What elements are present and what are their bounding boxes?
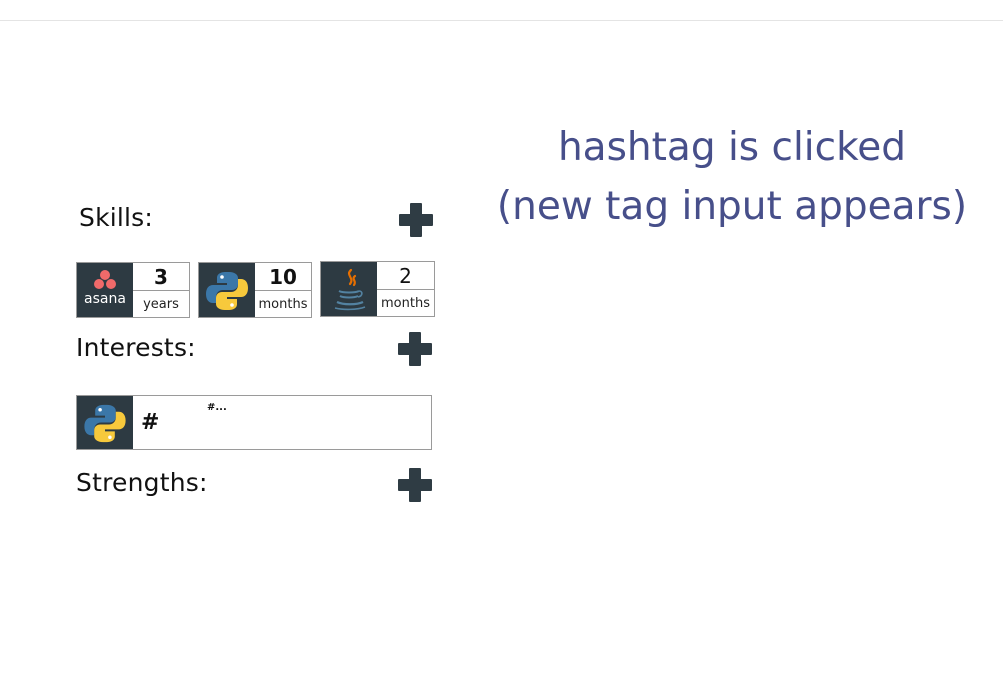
hashtag-input[interactable]: # #...	[133, 396, 431, 449]
skills-label: Skills:	[79, 203, 154, 232]
skill-unit: months	[258, 296, 308, 312]
asana-logo: asana	[77, 263, 133, 317]
python-logo	[199, 263, 255, 317]
skill-amount: 3	[133, 263, 189, 291]
asana-logo-text: asana	[84, 291, 126, 307]
caption-line-2: (new tag input appears)	[496, 184, 968, 229]
skill-card-python[interactable]: 10 months	[198, 262, 312, 318]
skill-unit: years	[143, 296, 179, 312]
strengths-label: Strengths:	[76, 468, 208, 497]
interest-tag-row: # #...	[76, 395, 432, 450]
interests-label: Interests:	[76, 333, 196, 362]
skill-unit: months	[381, 295, 430, 311]
skill-amount: 2	[377, 262, 434, 290]
java-logo	[321, 262, 377, 316]
add-skill-button[interactable]	[399, 203, 433, 237]
caption-line-1: hashtag is clicked	[557, 125, 907, 170]
annotation-caption: hashtag is clicked (new tag input appear…	[470, 118, 994, 236]
skill-card-asana[interactable]: asana 3 years	[76, 262, 190, 318]
hashtag-placeholder: #...	[207, 402, 227, 413]
hashtag-symbol: #	[141, 410, 160, 435]
add-interest-button[interactable]	[398, 332, 432, 366]
add-strength-button[interactable]	[398, 468, 432, 502]
skill-card-java[interactable]: 2 months	[320, 261, 435, 317]
python-logo	[77, 396, 133, 449]
skill-amount: 10	[255, 263, 311, 291]
top-divider	[0, 20, 1003, 21]
